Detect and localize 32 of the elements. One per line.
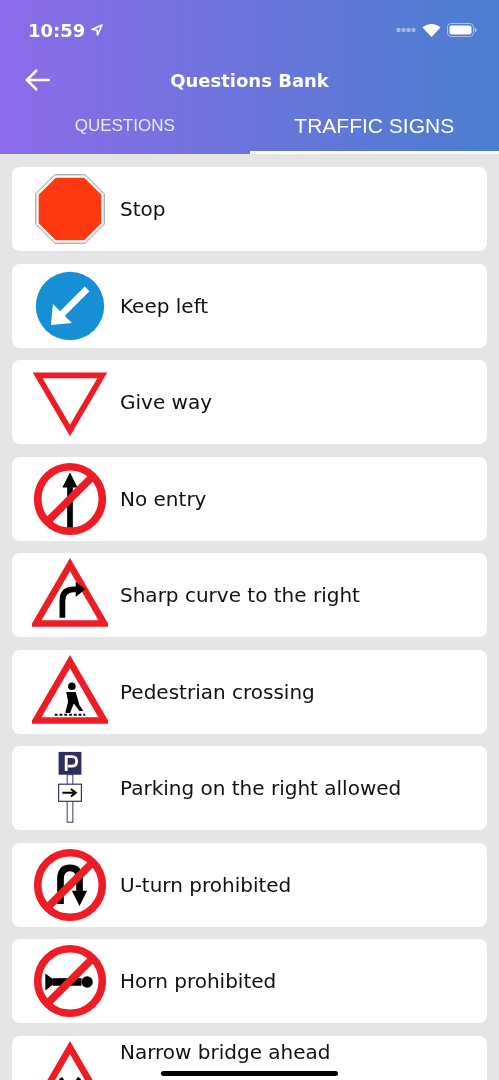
stop-sign-icon — [32, 171, 108, 247]
sign-name: Sharp curve to the right — [120, 583, 360, 607]
back-arrow-icon[interactable] — [24, 68, 52, 92]
sign-name: U-turn prohibited — [120, 872, 292, 897]
sign-card[interactable]: Give way — [12, 360, 487, 444]
sign-card[interactable]: Narrow bridge ahead — [12, 1035, 487, 1080]
status-time: 10:59 — [28, 19, 86, 41]
sign-name: Keep left — [120, 293, 209, 318]
sign-card[interactable]: Parking on the right allowed — [12, 746, 487, 830]
sign-name: Stop — [120, 197, 166, 221]
tab[interactable]: TRAFFIC SIGNS — [249, 100, 499, 154]
sign-name: Pedestrian crossing — [120, 679, 315, 704]
sign-card[interactable]: No entry — [12, 456, 487, 541]
battery-icon — [447, 23, 477, 37]
sign-name: Horn prohibited — [120, 969, 277, 993]
sign-card[interactable]: U-turn prohibited — [12, 842, 487, 927]
location-icon — [91, 24, 104, 36]
sign-card[interactable]: Stop — [12, 167, 487, 251]
sign-name: Give way — [120, 390, 212, 414]
sign-card[interactable]: Keep left — [12, 263, 487, 348]
signal-icon — [396, 27, 416, 33]
no-u-turn-sign-icon — [32, 846, 108, 923]
sign-name: Narrow bridge ahead — [120, 1039, 331, 1064]
wifi-icon — [422, 23, 441, 37]
screen-title: Questions Bank — [170, 69, 329, 91]
sign-card[interactable]: Pedestrian crossing — [12, 649, 487, 734]
sign-card[interactable]: Horn prohibited — [12, 939, 487, 1023]
sign-card[interactable]: Sharp curve to the right — [12, 553, 487, 637]
sign-name: Parking on the right allowed — [120, 776, 402, 800]
no-entry-sign-icon — [32, 460, 108, 537]
no-horn-sign-icon — [32, 943, 108, 1019]
sign-name: No entry — [120, 486, 207, 511]
